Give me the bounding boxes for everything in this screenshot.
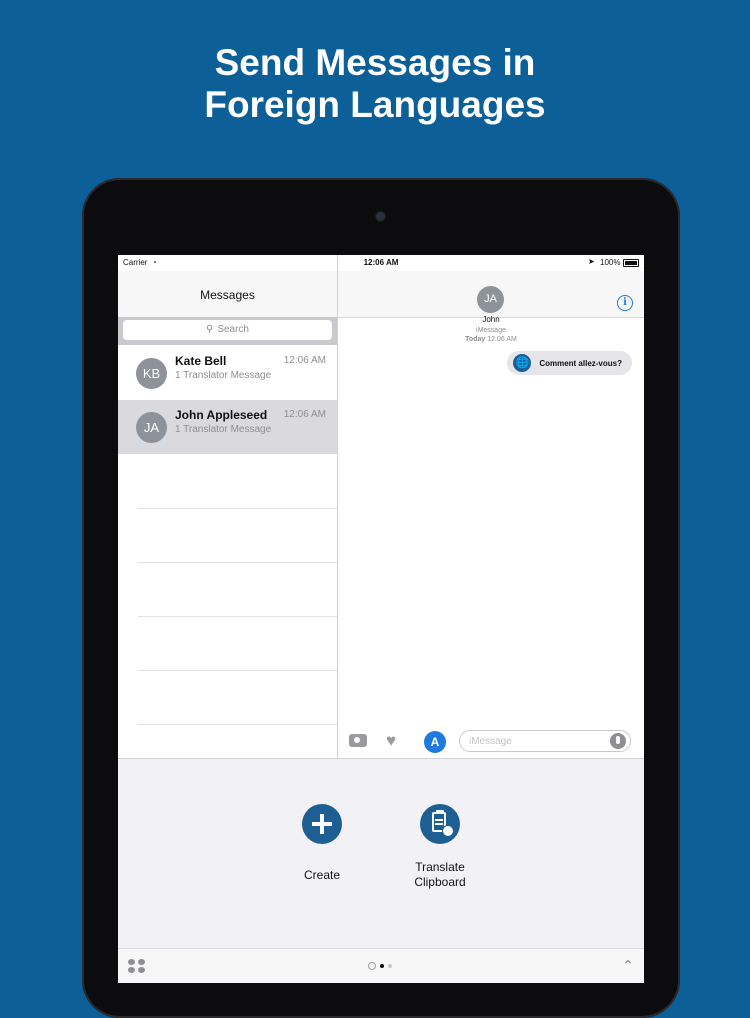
microphone-icon[interactable] <box>610 733 626 749</box>
list-separator <box>138 670 337 671</box>
translate-clipboard-label-line-1: Translate <box>415 860 465 874</box>
digital-touch-icon[interactable]: ♥ <box>386 731 396 751</box>
ipad-device-frame: Messages ⚲ Search KB Kate Bell 1 Translat… <box>82 178 680 1018</box>
conversation-time: 12:06 AM <box>283 355 326 366</box>
conversation-item-kate-bell[interactable]: KB Kate Bell 1 Translator Message 12:06 … <box>118 346 337 400</box>
status-bar: Carrier ◔ 12:06 AM ➤ 100% <box>118 255 644 271</box>
conversation-header: JA John i <box>338 271 644 324</box>
page-dot-active <box>380 964 384 968</box>
ipad-screen: Messages ⚲ Search KB Kate Bell 1 Translat… <box>118 255 644 983</box>
translate-clipboard-label-line-2: Clipboard <box>414 875 466 889</box>
status-time: 12:06 AM <box>363 258 399 267</box>
headline-line-1: Send Messages in <box>214 42 536 83</box>
page-dot <box>388 964 392 968</box>
translate-clipboard-label: Translate Clipboard <box>390 860 490 890</box>
message-input[interactable]: iMessage <box>459 730 631 752</box>
info-button[interactable]: i <box>617 295 633 311</box>
search-input[interactable]: ⚲ Search <box>123 320 332 340</box>
avatar: JA <box>136 412 167 443</box>
list-separator <box>138 508 337 509</box>
conversation-time: 12:06 AM <box>283 409 326 420</box>
conversation-pane: JA John i iMessage Today 12:06 AM 🌐 Comm… <box>338 255 644 758</box>
date-time: 12:06 AM <box>487 336 517 343</box>
message-composer: ♥ A iMessage <box>338 726 644 758</box>
app-store-icon[interactable]: A <box>424 731 446 753</box>
headline: Send Messages in Foreign Languages <box>0 42 750 126</box>
plus-icon <box>302 804 342 844</box>
list-separator <box>138 724 337 725</box>
search-placeholder: Search <box>217 324 249 335</box>
conversation-preview: 1 Translator Message <box>175 370 272 381</box>
conversation-preview: 1 Translator Message <box>175 424 272 435</box>
date-day: Today <box>465 336 486 343</box>
camera-icon[interactable] <box>349 734 367 747</box>
drawer-bottom-bar: ⌃ <box>118 948 644 983</box>
page-indicator[interactable] <box>368 962 396 970</box>
search-icon: ⚲ <box>205 324 214 335</box>
conversation-item-john-appleseed[interactable]: JA John Appleseed 1 Translator Message 1… <box>118 400 337 454</box>
contact-avatar[interactable]: JA <box>477 286 504 313</box>
avatar: KB <box>136 358 167 389</box>
message-input-placeholder: iMessage <box>469 736 512 747</box>
clipboard-translate-icon <box>420 804 460 844</box>
app-grid-icon[interactable] <box>128 959 146 973</box>
create-label: Create <box>303 868 341 882</box>
contact-name[interactable]: John <box>338 315 644 324</box>
message-bubble[interactable]: 🌐 Comment allez-vous? <box>507 351 632 375</box>
translate-clipboard-button[interactable]: Translate Clipboard <box>414 804 466 890</box>
battery-percent: 100% <box>600 258 621 267</box>
messages-title: Messages <box>200 288 255 302</box>
service-label: iMessage <box>476 327 506 334</box>
conversation-list-pane: Messages ⚲ Search KB Kate Bell 1 Translat… <box>118 255 338 758</box>
front-camera <box>376 212 385 221</box>
headline-line-2: Foreign Languages <box>204 84 546 125</box>
search-bar: ⚲ Search <box>118 317 337 345</box>
battery-icon <box>623 259 639 267</box>
conversation-name: John Appleseed <box>175 408 268 422</box>
create-button[interactable]: Create <box>302 804 342 883</box>
globe-icon: 🌐 <box>513 354 532 372</box>
message-text: Comment allez-vous? <box>539 358 622 368</box>
list-separator <box>138 562 337 563</box>
recents-page-icon <box>368 962 376 970</box>
conversation-name: Kate Bell <box>175 354 227 368</box>
list-separator <box>138 616 337 617</box>
app-drawer: Create Translate Clipboard ⌃ <box>118 758 644 983</box>
date-label: Today 12:06 AM <box>338 336 644 343</box>
chevron-up-icon[interactable]: ⌃ <box>622 957 634 974</box>
location-arrow-icon: ➤ <box>588 257 595 266</box>
